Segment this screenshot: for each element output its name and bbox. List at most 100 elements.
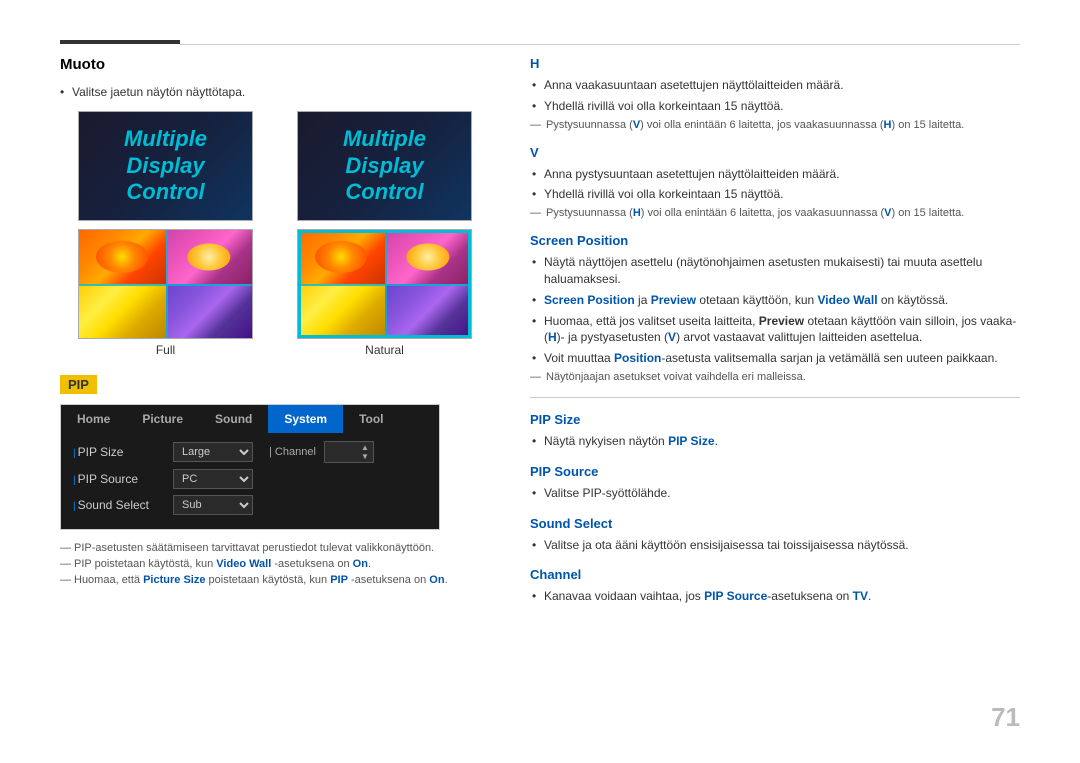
pip-row-size: |PIP Size Large Medium Small | Channel (73, 441, 427, 463)
channel-heading: Channel (530, 567, 1020, 582)
pip-source-select[interactable]: PC TV HDMI (173, 469, 253, 489)
h-note: Pystysuunnassa (V) voi olla enintään 6 l… (530, 119, 1020, 131)
pip-channel-input[interactable]: ▲▼ (324, 441, 374, 463)
pip-note-3: Huomaa, että Picture Size poistetaan käy… (60, 574, 490, 586)
pip-menu-body: |PIP Size Large Medium Small | Channel (61, 433, 439, 529)
v-section: V Anna pystysuuntaan asetettujen näyttöl… (530, 145, 1020, 220)
display-label-natural: Natural (365, 343, 404, 357)
pip-tabs: Home Picture Sound System Tool (61, 405, 439, 433)
pip-channel-area: | Channel ▲▼ (269, 441, 427, 463)
pip-note-3-picturesize: Picture Size (143, 574, 205, 586)
page-number: 71 (991, 702, 1020, 733)
sound-select-section: Sound Select Valitse ja ota ääni käyttöö… (530, 516, 1020, 554)
muoto-section: Muoto Valitse jaetun näytön näyttötapa. … (60, 56, 490, 357)
top-divider (180, 44, 1020, 45)
pip-source-indicator: | (73, 475, 76, 486)
tab-system[interactable]: System (268, 405, 343, 433)
muoto-title: Muoto (60, 56, 490, 73)
sp-b3-h: H (548, 330, 557, 344)
grid-overlay-natural (298, 230, 471, 338)
grid-line-v-natural (385, 230, 387, 338)
sp-note: Näytönjaajan asetukset voivat vaihdella … (530, 371, 1020, 383)
pip-note-3-on: On (429, 574, 444, 586)
display-box-1: MultipleDisplayControl (78, 111, 253, 221)
h-section: H Anna vaakasuuntaan asetettujen näyttöl… (530, 56, 1020, 131)
top-accent-bar (60, 40, 180, 44)
pip-sound-select[interactable]: Sub Main (173, 495, 253, 515)
pip-source-label: |PIP Source (73, 472, 173, 486)
tab-sound[interactable]: Sound (199, 405, 268, 433)
channel-section: Channel Kanavaa voidaan vaihtaa, jos PIP… (530, 567, 1020, 605)
tab-tool[interactable]: Tool (343, 405, 399, 433)
h-note-v: V (633, 119, 640, 131)
h-bullet-1: Anna vaakasuuntaan asetettujen näyttölai… (530, 77, 1020, 94)
pip-badge: PIP (60, 375, 97, 394)
pip-size-bullet: Näytä nykyisen näytön PIP Size. (530, 433, 1020, 450)
muoto-bullet1: Valitse jaetun näytön näyttötapa. (60, 85, 490, 99)
sound-select-bullet: Valitse ja ota ääni käyttöön ensisijaise… (530, 537, 1020, 554)
display-item-full-text: MultipleDisplayControl (60, 111, 271, 221)
sp-bullet-2: Screen Position ja Preview otetaan käytt… (530, 292, 1020, 309)
sp-bullet-1: Näytä näyttöjen asettelu (näytönohjaimen… (530, 254, 1020, 288)
screen-position-section: Screen Position Näytä näyttöjen asettelu… (530, 233, 1020, 383)
display-box-full (78, 229, 253, 339)
pip-size-indicator: | (73, 448, 76, 459)
pip-sound-indicator: | (73, 501, 76, 512)
channel-bullet: Kanavaa voidaan vaihtaa, jos PIP Source-… (530, 588, 1020, 605)
display-box-2: MultipleDisplayControl (297, 111, 472, 221)
h-letter: H (530, 56, 1020, 71)
pip-note-2-videowall: Video Wall (216, 558, 271, 570)
sp-b3-v: V (668, 330, 676, 344)
v-note-h: H (633, 207, 641, 219)
display-item-natural-text: MultipleDisplayControl (279, 111, 490, 221)
v-bullet-1: Anna pystysuuntaan asetettujen näyttölai… (530, 166, 1020, 183)
v-note-v: V (884, 207, 891, 219)
pip-channel-label: | Channel (269, 446, 316, 458)
tab-picture[interactable]: Picture (126, 405, 199, 433)
sp-b2-screenpos: Screen Position (544, 293, 635, 307)
pip-sound-label: |Sound Select (73, 498, 173, 512)
pip-note-1: PIP-asetusten säätämiseen tarvittavat pe… (60, 542, 490, 554)
pip-size-heading: PIP Size (530, 412, 1020, 427)
pip-size-select[interactable]: Large Medium Small (173, 442, 253, 462)
pip-note-2-on: On (353, 558, 368, 570)
pip-notes: PIP-asetusten säätämiseen tarvittavat pe… (60, 542, 490, 586)
pip-row-sound: |Sound Select Sub Main (73, 495, 427, 515)
h-bullet-2: Yhdellä rivillä voi olla korkeintaan 15 … (530, 98, 1020, 115)
pip-channel-arrows: ▲▼ (361, 443, 369, 461)
v-note: Pystysuunnassa (H) voi olla enintään 6 l… (530, 207, 1020, 219)
pip-size-link: PIP Size (668, 434, 714, 448)
display-item-full: Full (60, 229, 271, 357)
sp-bullet-4: Voit muuttaa Position-asetusta valitsema… (530, 350, 1020, 367)
pip-row-source: |PIP Source PC TV HDMI (73, 469, 427, 489)
screen-position-title: Screen Position (530, 233, 1020, 248)
tab-home[interactable]: Home (61, 405, 126, 433)
right-column: H Anna vaakasuuntaan asetettujen näyttöl… (530, 56, 1020, 619)
pip-source-section: PIP Source Valitse PIP-syöttölähde. (530, 464, 1020, 502)
right-divider (530, 397, 1020, 398)
sp-b4-position: Position (614, 351, 661, 365)
sp-bullet-3: Huomaa, että jos valitset useita laittei… (530, 313, 1020, 347)
sound-select-heading: Sound Select (530, 516, 1020, 531)
sp-b3-preview: Preview (759, 314, 804, 328)
display-box-1-text: MultipleDisplayControl (124, 126, 207, 205)
grid-overlay-full (79, 230, 252, 338)
display-box-natural (297, 229, 472, 339)
channel-pip-source: PIP Source (704, 589, 767, 603)
display-item-natural: Natural (279, 229, 490, 357)
pip-size-label: |PIP Size (73, 445, 173, 459)
display-label-full: Full (156, 343, 175, 357)
grid-line-vertical (166, 230, 168, 338)
pip-note-2: PIP poistetaan käytöstä, kun Video Wall … (60, 558, 490, 570)
channel-tv: TV (853, 589, 868, 603)
pip-note-3-pip: PIP (330, 574, 348, 586)
pip-menu: Home Picture Sound System Tool |PIP Size (60, 404, 440, 530)
pip-section: PIP Home Picture Sound System Tool (60, 375, 490, 586)
display-box-2-text: MultipleDisplayControl (343, 126, 426, 205)
h-note-h: H (884, 119, 892, 131)
display-grid: MultipleDisplayControl MultipleDisplayCo… (60, 111, 490, 357)
sp-b2-preview: Preview (651, 293, 696, 307)
v-bullet-2: Yhdellä rivillä voi olla korkeintaan 15 … (530, 186, 1020, 203)
pip-size-section: PIP Size Näytä nykyisen näytön PIP Size. (530, 412, 1020, 450)
pip-source-bullet: Valitse PIP-syöttölähde. (530, 485, 1020, 502)
